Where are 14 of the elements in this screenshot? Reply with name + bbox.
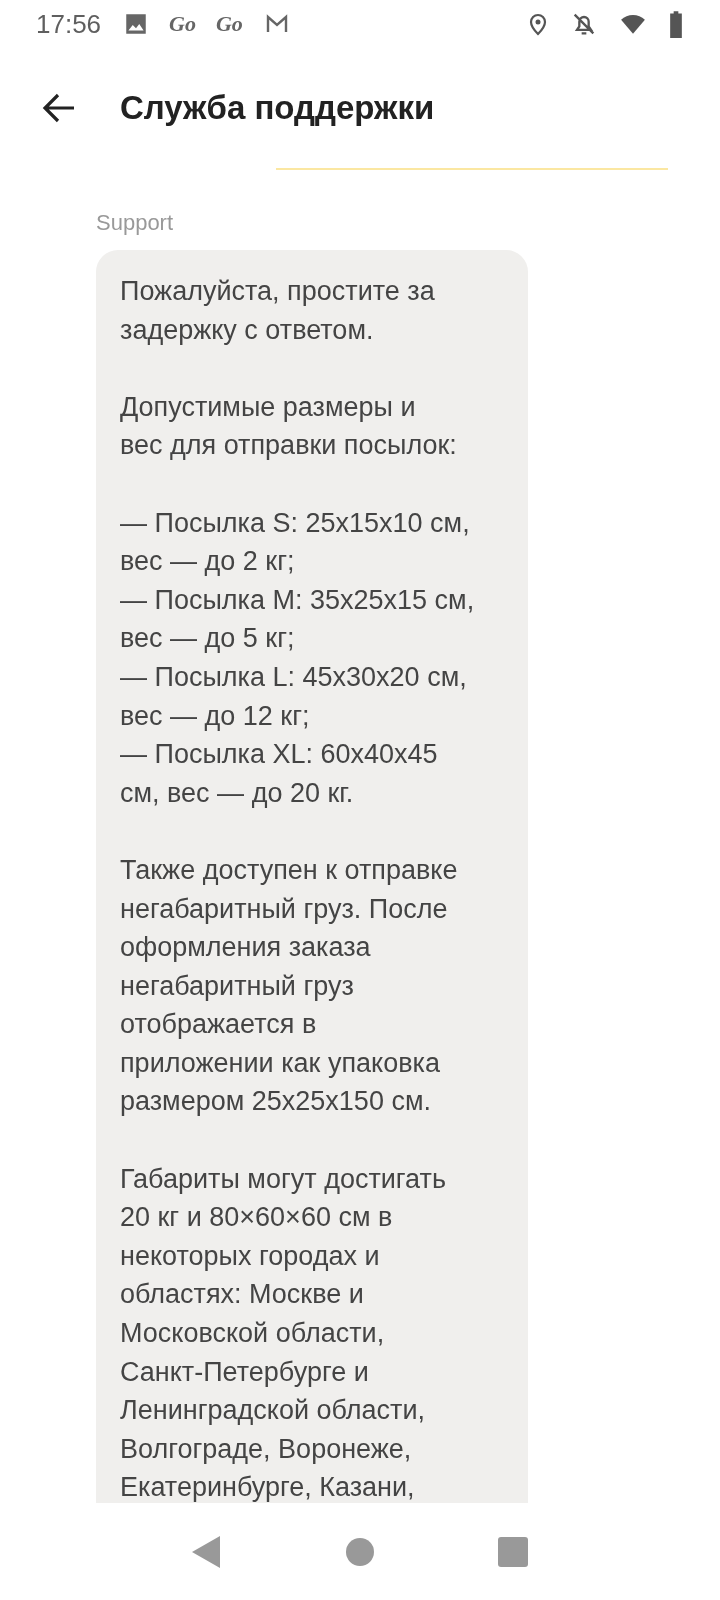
message-paragraph: Пожалуйста, простите за задержку с ответом. [120,275,436,347]
recents-nav-icon[interactable] [498,1536,528,1567]
screen-title: Служба поддержки [120,89,435,127]
app-label: Go [215,11,243,37]
status-time: 17:56 [36,8,102,40]
message-paragraph: — Посылка S: 25x15x10 см, вес — до 2 кг; — Посылка M: 35x25x15 см, вес — до 5 кг; — Посылка L: 45x30x20 см, вес — до 12 кг; — Посылка XL: 60x40x45 см, вес — до 20 кг. [120,506,476,810]
battery-icon [668,10,684,38]
sender-name: Support [96,210,175,236]
message-paragraph: Допустимые размеры и вес для отправки посылок: [120,390,458,463]
back-nav-icon[interactable] [192,1535,222,1568]
message-paragraph: Также доступен к отправке негабаритный груз. После оформления заказа негабаритный груз отображается в приложении как упаковка размером 25x25x150 см. [120,853,459,1119]
app-label: Go [169,11,196,37]
message-paragraph: Габариты могут достигать 20 кг и 80×60×60 см в некоторых городах и областях: Москве и Московской области, Санкт-Петербурге и Ленинградской области, Волгограде, Воронеже, Екатеринбурге, Казани, [120,1162,447,1503]
home-nav-icon[interactable] [346,1537,374,1566]
